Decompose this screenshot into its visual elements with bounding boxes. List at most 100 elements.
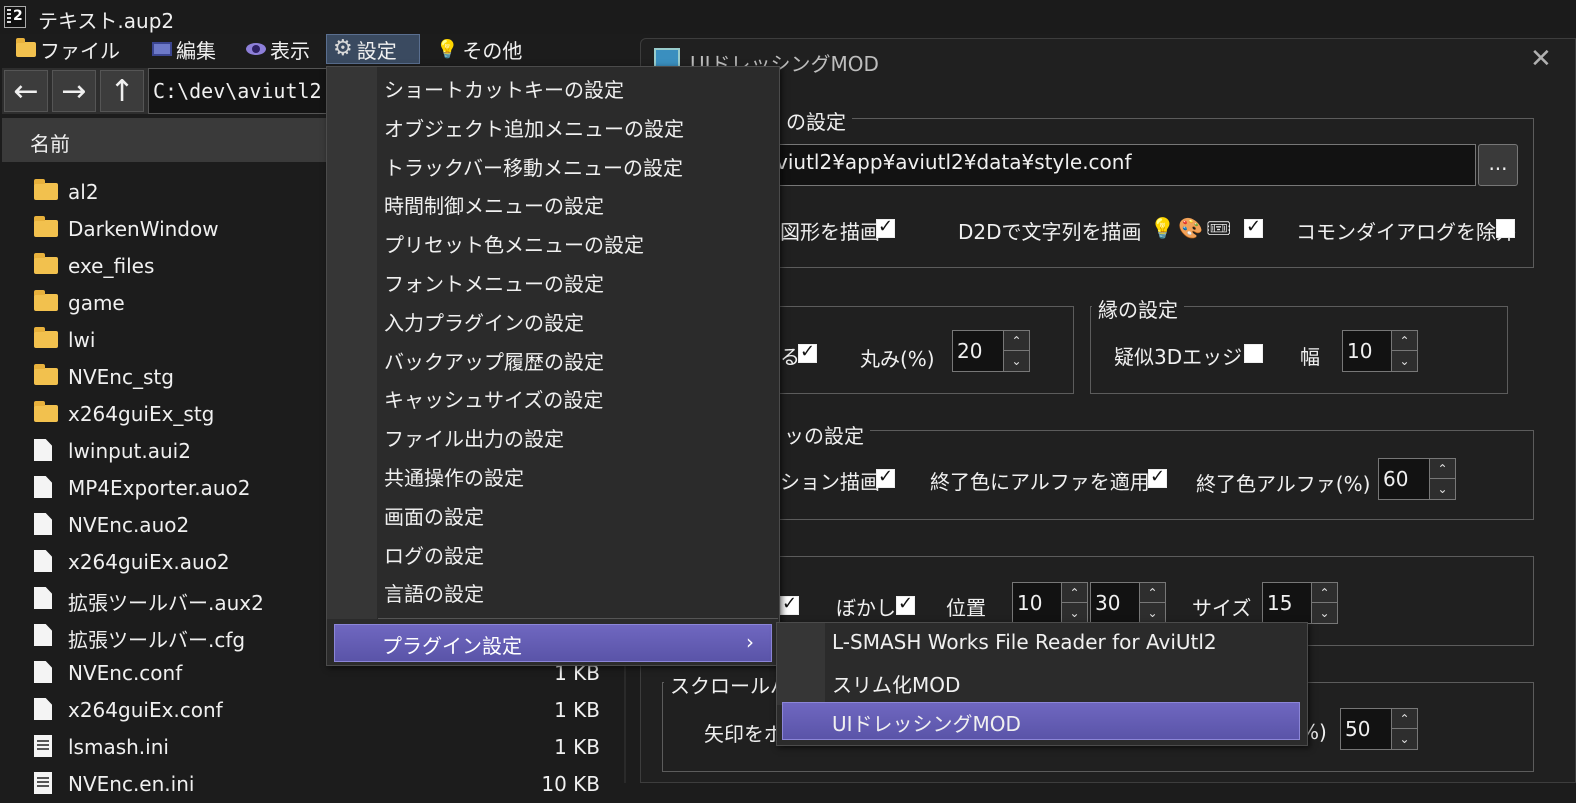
back-button[interactable]: ← — [4, 70, 48, 112]
settings-menu-item[interactable]: 言語の設定 — [384, 578, 484, 607]
gradation-label-prefix: ッ — [784, 424, 804, 448]
arrow-right-icon: → — [61, 73, 87, 109]
end-alpha-value: 60 — [1383, 467, 1409, 491]
palette-icon: 🎨 — [1178, 216, 1203, 240]
file-icon — [34, 476, 52, 498]
chevron-up-icon[interactable]: ⌃ — [1311, 583, 1337, 603]
menu-edit[interactable]: 編集 — [146, 34, 222, 64]
file-name: MP4Exporter.auo2 — [68, 476, 251, 500]
draw-shape-label: 図形を描画 — [780, 220, 880, 244]
column-name-label: 名前 — [30, 132, 70, 156]
chevron-down-icon[interactable]: ⌄ — [1391, 351, 1417, 371]
browse-button[interactable]: ... — [1478, 144, 1518, 186]
file-name: x264guiEx.conf — [68, 698, 223, 722]
settings-menu-item[interactable]: 共通操作の設定 — [384, 462, 524, 491]
settings-menu-item[interactable]: キャッシュサイズの設定 — [384, 384, 603, 413]
edge-width-spinner[interactable]: 10 ⌃ ⌄ — [1342, 330, 1418, 372]
chevron-up-icon[interactable]: ⌃ — [1391, 709, 1417, 729]
style-group-label: の設定 — [780, 106, 852, 135]
round-option-label: る — [780, 345, 800, 369]
eye-icon — [246, 43, 266, 55]
folder-icon — [34, 401, 58, 422]
list-item[interactable]: lsmash.ini 1 KB — [0, 729, 624, 766]
scroll-spinner[interactable]: 50 ⌃ ⌄ — [1340, 708, 1418, 750]
menu-file[interactable]: ファイル — [10, 34, 126, 64]
file-icon — [34, 587, 52, 609]
gradation-label-text: の設定 — [804, 424, 864, 448]
file-icon — [34, 550, 52, 572]
chevron-down-icon[interactable]: ⌄ — [1429, 479, 1455, 499]
draw-shape-checkbox[interactable] — [876, 216, 895, 238]
list-item[interactable]: x264guiEx.conf 1 KB — [0, 692, 624, 729]
ticket-icon: 🎟 — [1206, 216, 1232, 240]
settings-menu-item[interactable]: バックアップ履歴の設定 — [384, 346, 604, 375]
plugin-submenu-item[interactable]: L-SMASH Works File Reader for AviUtl2 — [832, 630, 1217, 654]
style-path-value: viutl2¥app¥aviutl2¥data¥style.conf — [776, 150, 1132, 174]
file-icon — [34, 698, 52, 720]
chevron-up-icon[interactable]: ⌃ — [1003, 331, 1029, 351]
menu-view-label: 表示 — [270, 38, 310, 63]
file-name: NVEnc.en.ini — [68, 772, 195, 796]
settings-menu-item[interactable]: ログの設定 — [384, 540, 484, 569]
file-name: lsmash.ini — [68, 735, 169, 759]
gradation-group-label: ッの設定 — [778, 420, 870, 449]
settings-menu-item[interactable]: プリセット色メニューの設定 — [384, 229, 644, 258]
edge-width-label: 幅 — [1300, 345, 1320, 369]
chevron-up-icon[interactable]: ⌃ — [1391, 331, 1417, 351]
file-icon — [34, 735, 52, 757]
size-value: 15 — [1267, 591, 1293, 615]
settings-menu-item[interactable]: オブジェクト追加メニューの設定 — [384, 113, 684, 142]
arrow-up-icon: ↑ — [109, 73, 135, 109]
file-name: 拡張ツールバー.aux2 — [68, 591, 264, 615]
plugin-submenu-item[interactable]: スリム化MOD — [832, 669, 960, 698]
menu-settings[interactable]: ⚙ 設定 — [326, 34, 420, 64]
file-name: NVEnc_stg — [68, 365, 174, 389]
chevron-up-icon[interactable]: ⌃ — [1429, 459, 1455, 479]
settings-menu-item[interactable]: ショートカットキーの設定 — [384, 74, 624, 103]
forward-button[interactable]: → — [52, 70, 96, 112]
settings-menu-item[interactable]: 入力プラグインの設定 — [384, 307, 584, 336]
menu-gutter — [327, 67, 377, 619]
shadow-checkbox[interactable] — [780, 593, 799, 615]
chevron-down-icon[interactable]: ⌄ — [1311, 603, 1337, 623]
chevron-down-icon[interactable]: ⌄ — [1061, 603, 1087, 623]
gradation-draw-checkbox[interactable] — [876, 466, 895, 488]
settings-menu-item[interactable]: フォントメニューの設定 — [384, 268, 604, 297]
chevron-down-icon[interactable]: ⌄ — [1391, 729, 1417, 749]
d2d-text-checkbox[interactable] — [1244, 216, 1263, 238]
position-x-spinner[interactable]: 10 ⌃ ⌄ — [1012, 582, 1088, 624]
blur-label: ぼかし — [836, 596, 896, 620]
menu-other[interactable]: 💡 その他 — [430, 34, 528, 64]
apply-alpha-checkbox[interactable] — [1148, 466, 1167, 488]
file-icon — [34, 513, 52, 535]
scroll-arrow-label: 矢印をボ — [704, 722, 784, 746]
end-alpha-spinner[interactable]: 60 ⌃ ⌄ — [1378, 458, 1456, 500]
position-y-spinner[interactable]: 30 ⌃ ⌄ — [1090, 582, 1166, 624]
app-icon — [4, 6, 26, 28]
blur-checkbox[interactable] — [896, 593, 915, 615]
round-option-checkbox[interactable] — [798, 341, 817, 363]
list-item[interactable]: NVEnc.en.ini 10 KB — [0, 766, 624, 803]
settings-menu-item[interactable]: トラックバー移動メニューの設定 — [384, 152, 683, 181]
chevron-down-icon[interactable]: ⌄ — [1139, 603, 1165, 623]
settings-menu-item[interactable]: 時間制御メニューの設定 — [384, 190, 604, 219]
pseudo3d-checkbox[interactable] — [1244, 344, 1263, 363]
settings-menu-item[interactable]: 画面の設定 — [384, 501, 484, 530]
plugin-submenu-item[interactable]: UIドレッシングMOD — [832, 708, 1021, 737]
chevron-up-icon[interactable]: ⌃ — [1061, 583, 1087, 603]
chevron-right-icon: › — [746, 630, 754, 654]
roundness-spinner[interactable]: 20 ⌃ ⌄ — [952, 330, 1030, 372]
size-spinner[interactable]: 15 ⌃ ⌄ — [1262, 582, 1338, 624]
file-name: 拡張ツールバー.cfg — [68, 628, 246, 652]
chevron-up-icon[interactable]: ⌃ — [1139, 583, 1165, 603]
exclude-common-dialog-label: コモンダイアログを除外 — [1296, 220, 1516, 244]
menu-view[interactable]: 表示 — [240, 34, 316, 64]
settings-menu-item[interactable]: ファイル出力の設定 — [384, 423, 564, 452]
chevron-down-icon[interactable]: ⌄ — [1003, 351, 1029, 371]
menu-separator — [378, 618, 778, 619]
position-y-value: 30 — [1095, 591, 1121, 615]
exclude-common-dialog-checkbox[interactable] — [1496, 219, 1515, 238]
close-icon[interactable]: ✕ — [1530, 44, 1552, 74]
path-input[interactable]: C:\dev\aviutl2 — [148, 68, 348, 114]
up-button[interactable]: ↑ — [100, 70, 144, 112]
